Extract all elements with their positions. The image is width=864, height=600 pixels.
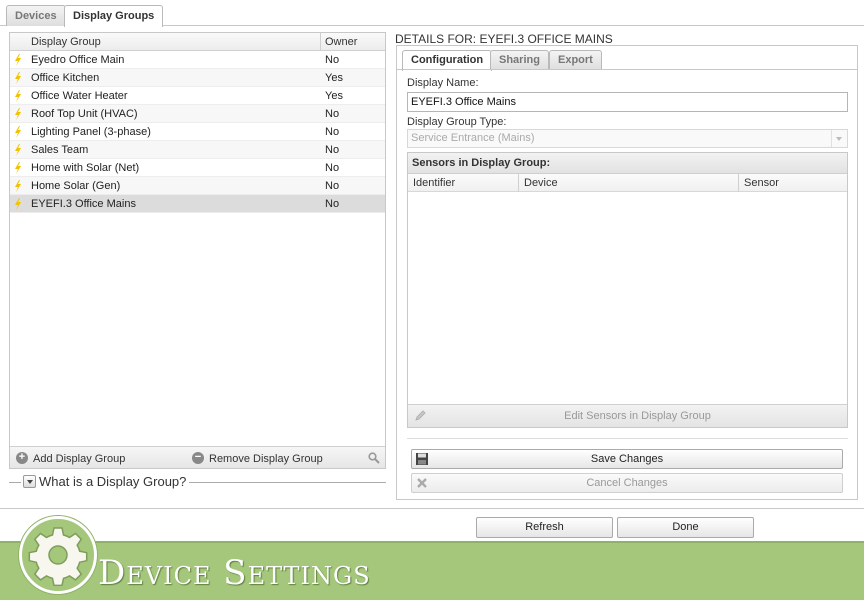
edit-sensors-label: Edit Sensors in Display Group — [564, 410, 711, 422]
row-owner: No — [325, 126, 340, 138]
table-row[interactable]: Roof Top Unit (HVAC) No — [10, 105, 385, 123]
display-group-grid-body: Eyedro Office Main No Office Kitchen Yes… — [10, 51, 385, 213]
device-settings-banner: Device Settings — [0, 541, 864, 600]
row-display-group-name: Home with Solar (Net) — [31, 162, 140, 174]
row-display-group-name: Roof Top Unit (HVAC) — [31, 108, 138, 120]
column-header-display-group[interactable]: Display Group — [31, 33, 101, 51]
display-group-list-panel: Display Group Owner Eyedro Office Main N… — [9, 32, 386, 469]
row-owner: No — [325, 162, 340, 174]
row-owner: No — [325, 180, 340, 192]
row-display-group-name: Lighting Panel (3-phase) — [31, 126, 151, 138]
what-is-display-group-section: What is a Display Group? — [9, 474, 386, 490]
close-icon — [417, 478, 427, 488]
column-header-owner[interactable]: Owner — [325, 33, 357, 51]
display-group-type-value: Service Entrance (Mains) — [411, 132, 535, 144]
sensors-grid: Sensors in Display Group: Identifier Dev… — [407, 152, 848, 428]
column-divider — [738, 174, 739, 192]
expand-toggle-icon[interactable] — [23, 475, 36, 488]
edit-sensors-button[interactable]: Edit Sensors in Display Group — [408, 404, 847, 427]
table-row[interactable]: Sales Team No — [10, 141, 385, 159]
row-display-group-name: Office Water Heater — [31, 90, 128, 102]
row-owner: No — [325, 198, 340, 210]
done-button[interactable]: Done — [617, 517, 754, 538]
tab-devices[interactable]: Devices — [6, 5, 66, 26]
table-row[interactable]: Lighting Panel (3-phase) No — [10, 123, 385, 141]
row-display-group-name: Sales Team — [31, 144, 89, 156]
row-owner: Yes — [325, 72, 343, 84]
sensors-grid-title: Sensors in Display Group: — [408, 153, 847, 174]
sensors-grid-header: Identifier Device Sensor — [408, 174, 847, 192]
display-group-type-select[interactable]: Service Entrance (Mains) — [407, 129, 848, 148]
display-group-grid-header: Display Group Owner — [10, 33, 385, 51]
plus-circle-icon: + — [16, 452, 28, 464]
remove-display-group-label: Remove Display Group — [209, 453, 323, 465]
lightning-bolt-icon — [15, 108, 21, 120]
lightning-bolt-icon — [15, 144, 21, 156]
chevron-down-icon — [831, 130, 847, 147]
lightning-bolt-icon — [15, 198, 21, 210]
floppy-disk-icon — [416, 453, 428, 465]
section-divider — [407, 438, 848, 439]
table-row[interactable]: Office Kitchen Yes — [10, 69, 385, 87]
details-panel: Configuration Sharing Export Display Nam… — [396, 45, 858, 500]
row-display-group-name: Eyedro Office Main — [31, 54, 125, 66]
column-divider — [518, 174, 519, 192]
divider-line — [9, 482, 21, 483]
lightning-bolt-icon — [15, 90, 21, 102]
row-display-group-name: Home Solar (Gen) — [31, 180, 121, 192]
details-title: DETAILS FOR: EYEFI.3 OFFICE MAINS — [395, 32, 613, 46]
tab-strip-divider — [397, 69, 857, 70]
row-display-group-name: Office Kitchen — [31, 72, 100, 84]
what-is-display-group-link[interactable]: What is a Display Group? — [39, 474, 190, 489]
lightning-bolt-icon — [15, 162, 21, 174]
table-row[interactable]: Eyedro Office Main No — [10, 51, 385, 69]
tab-sharing[interactable]: Sharing — [490, 50, 549, 70]
column-divider — [320, 33, 321, 51]
display-group-type-label: Display Group Type: — [407, 116, 507, 128]
row-display-group-name: EYEFI.3 Office Mains — [31, 198, 136, 210]
footer-divider — [0, 508, 864, 509]
minus-circle-icon: − — [192, 452, 204, 464]
table-row[interactable]: Home Solar (Gen) No — [10, 177, 385, 195]
search-icon[interactable] — [368, 452, 380, 464]
cancel-changes-button[interactable]: Cancel Changes — [411, 473, 843, 493]
row-owner: No — [325, 54, 340, 66]
save-changes-button[interactable]: Save Changes — [411, 449, 843, 469]
display-group-toolbar: + Add Display Group − Remove Display Gro… — [10, 446, 385, 468]
display-name-field[interactable]: EYEFI.3 Office Mains — [407, 92, 848, 112]
tab-export[interactable]: Export — [549, 50, 602, 70]
row-owner: Yes — [325, 90, 343, 102]
cancel-changes-label: Cancel Changes — [586, 477, 668, 489]
save-changes-label: Save Changes — [590, 453, 664, 465]
add-display-group-label: Add Display Group — [33, 453, 126, 465]
banner-title: Device Settings — [98, 553, 371, 593]
column-header-sensor[interactable]: Sensor — [744, 174, 779, 192]
refresh-button[interactable]: Refresh — [476, 517, 613, 538]
row-owner: No — [325, 108, 340, 120]
lightning-bolt-icon — [15, 126, 21, 138]
column-header-device[interactable]: Device — [524, 174, 558, 192]
banner-badge — [19, 516, 97, 594]
display-name-label: Display Name: — [407, 77, 479, 89]
gear-icon — [28, 527, 88, 586]
lightning-bolt-icon — [15, 72, 21, 84]
lightning-bolt-icon — [15, 54, 21, 66]
row-owner: No — [325, 144, 340, 156]
table-row[interactable]: Home with Solar (Net) No — [10, 159, 385, 177]
tab-configuration[interactable]: Configuration — [402, 50, 493, 71]
tab-display-groups[interactable]: Display Groups — [64, 5, 164, 27]
column-header-identifier[interactable]: Identifier — [413, 174, 455, 192]
lightning-bolt-icon — [15, 180, 21, 192]
table-row[interactable]: Office Water Heater Yes — [10, 87, 385, 105]
divider-line — [184, 482, 386, 483]
top-tab-bar: Devices Display Groups — [0, 0, 864, 27]
table-row-selected[interactable]: EYEFI.3 Office Mains No — [10, 195, 385, 213]
